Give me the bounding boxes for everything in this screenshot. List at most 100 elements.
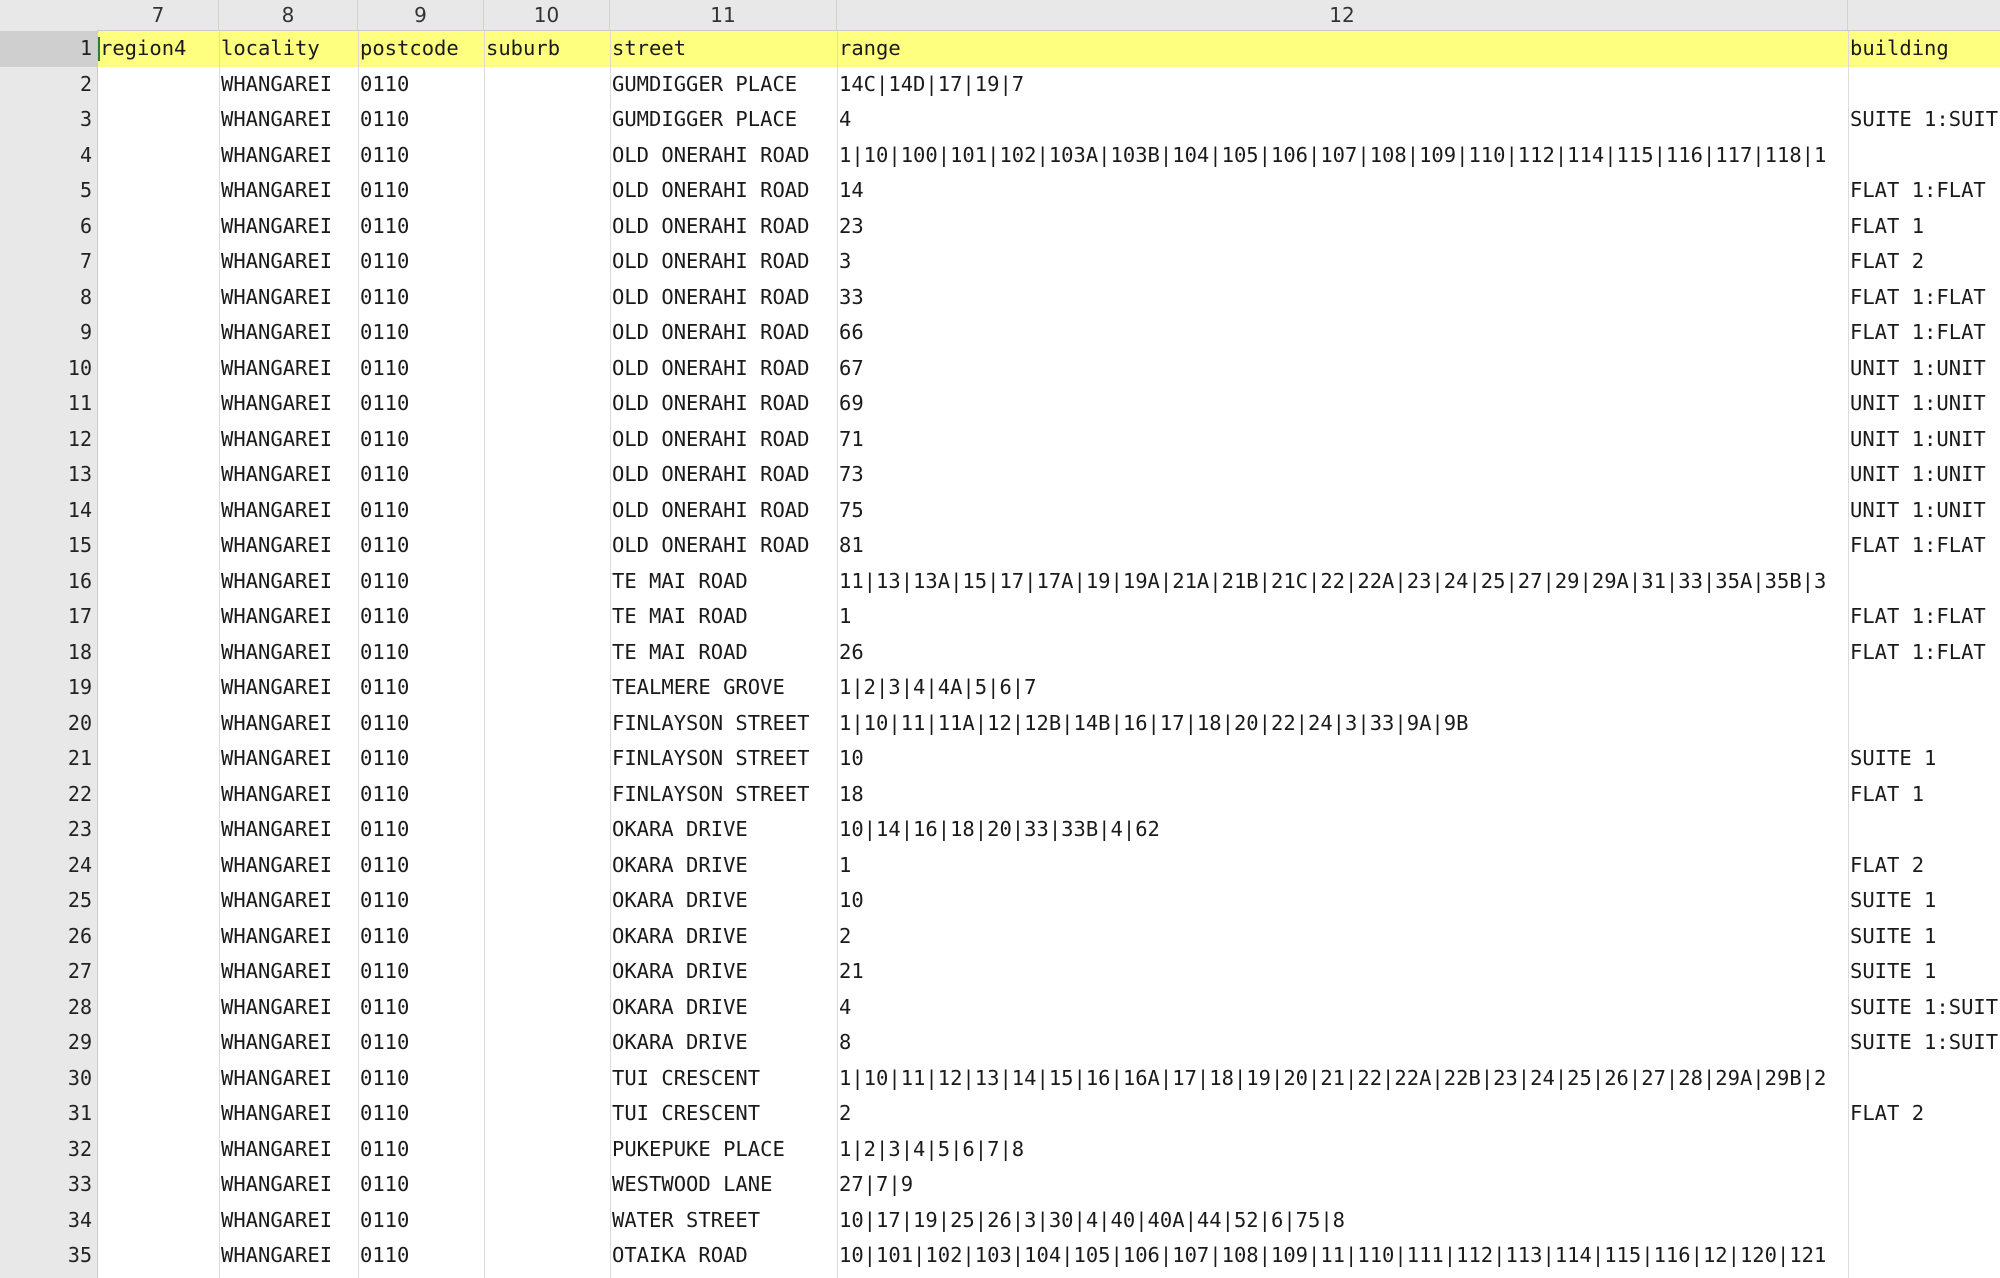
cell-street[interactable]: TUI CRESCENT (610, 1061, 837, 1097)
cell-street[interactable]: TUI CRESCENT (610, 1096, 837, 1132)
cell-street[interactable]: OKARA DRIVE (610, 848, 837, 884)
spreadsheet-view[interactable]: 7 8 9 10 11 12 1 2 3 4 5 6 7 8 9 10 11 12 13 14 15 16 17 18 19 2… (0, 0, 2000, 1278)
cell-region4[interactable] (98, 102, 219, 138)
cell-postcode[interactable]: 0110 (358, 564, 484, 600)
cell-region4[interactable] (98, 1025, 219, 1061)
cell-locality[interactable]: WHANGAREI (219, 1061, 358, 1097)
cell-region4[interactable] (98, 315, 219, 351)
cell-region4[interactable] (98, 528, 219, 564)
column-header-next[interactable] (1848, 0, 2000, 30)
cell-range[interactable]: 23 (837, 209, 1848, 245)
cell-locality[interactable]: WHANGAREI (219, 351, 358, 387)
cell-locality[interactable]: WHANGAREI (219, 883, 358, 919)
cell-postcode[interactable]: 0110 (358, 777, 484, 813)
cell-range[interactable]: 67 (837, 351, 1848, 387)
cell-region4[interactable] (98, 919, 219, 955)
cell-range[interactable]: 8 (837, 1025, 1848, 1061)
row-number-12[interactable]: 12 (0, 422, 92, 458)
cell-postcode[interactable]: 0110 (358, 138, 484, 174)
header-cell-street[interactable]: street (610, 31, 837, 67)
cell-range[interactable]: 3 (837, 244, 1848, 280)
cell-region4[interactable] (98, 1167, 219, 1203)
cell-street[interactable]: OLD ONERAHI ROAD (610, 528, 837, 564)
cell-building[interactable]: UNIT 1:UNIT (1848, 493, 2000, 529)
cell-postcode[interactable]: 0110 (358, 1167, 484, 1203)
cell-postcode[interactable]: 0110 (358, 528, 484, 564)
cell-street[interactable]: OKARA DRIVE (610, 919, 837, 955)
cell-suburb[interactable] (484, 919, 610, 955)
cell-suburb[interactable] (484, 1061, 610, 1097)
row-number-20[interactable]: 20 (0, 706, 92, 742)
cell-postcode[interactable]: 0110 (358, 209, 484, 245)
row-number-30[interactable]: 30 (0, 1061, 92, 1097)
cell-building[interactable]: SUITE 1 (1848, 741, 2000, 777)
cell-locality[interactable]: WHANGAREI (219, 315, 358, 351)
cell-region4[interactable] (98, 599, 219, 635)
cell-street[interactable]: OLD ONERAHI ROAD (610, 138, 837, 174)
row-number-25[interactable]: 25 (0, 883, 92, 919)
row-number-28[interactable]: 28 (0, 990, 92, 1026)
cell-street[interactable]: PUKEPUKE PLACE (610, 1132, 837, 1168)
cell-range[interactable]: 10 (837, 883, 1848, 919)
cell-range[interactable]: 10|14|16|18|20|33|33B|4|62 (837, 812, 1848, 848)
cell-range[interactable]: 1|2|3|4|5|6|7|8 (837, 1132, 1848, 1168)
cell-locality[interactable]: WHANGAREI (219, 1132, 358, 1168)
row-number-6[interactable]: 6 (0, 209, 92, 245)
cell-postcode[interactable]: 0110 (358, 67, 484, 103)
cell-building[interactable]: FLAT 2 (1848, 1096, 2000, 1132)
cell-postcode[interactable]: 0110 (358, 1132, 484, 1168)
cell-range[interactable]: 26 (837, 635, 1848, 671)
column-header-7[interactable]: 7 (98, 0, 219, 30)
cell-suburb[interactable] (484, 457, 610, 493)
cell-suburb[interactable] (484, 173, 610, 209)
cell-suburb[interactable] (484, 422, 610, 458)
cell-locality[interactable]: WHANGAREI (219, 1096, 358, 1132)
cell-building[interactable]: UNIT 1:UNIT (1848, 351, 2000, 387)
cell-street[interactable]: OKARA DRIVE (610, 883, 837, 919)
cell-region4[interactable] (98, 1132, 219, 1168)
cell-street[interactable]: OLD ONERAHI ROAD (610, 173, 837, 209)
cell-street[interactable]: GUMDIGGER PLACE (610, 102, 837, 138)
column-divider[interactable] (358, 31, 359, 1278)
cell-suburb[interactable] (484, 954, 610, 990)
cell-locality[interactable]: WHANGAREI (219, 280, 358, 316)
cell-range[interactable]: 73 (837, 457, 1848, 493)
cell-suburb[interactable] (484, 599, 610, 635)
row-number-22[interactable]: 22 (0, 777, 92, 813)
header-cell-suburb[interactable]: suburb (484, 31, 610, 67)
cell-street[interactable]: TE MAI ROAD (610, 564, 837, 600)
cell-range[interactable]: 1 (837, 848, 1848, 884)
row-number-5[interactable]: 5 (0, 173, 92, 209)
cell-postcode[interactable]: 0110 (358, 244, 484, 280)
row-number-21[interactable]: 21 (0, 741, 92, 777)
cell-building[interactable]: SUITE 1 (1848, 954, 2000, 990)
column-header-12[interactable]: 12 (837, 0, 1848, 30)
row-number-1[interactable]: 1 (0, 31, 97, 67)
cell-locality[interactable]: WHANGAREI (219, 102, 358, 138)
cell-suburb[interactable] (484, 493, 610, 529)
cell-region4[interactable] (98, 67, 219, 103)
cell-postcode[interactable]: 0110 (358, 599, 484, 635)
cell-locality[interactable]: WHANGAREI (219, 173, 358, 209)
row-number-11[interactable]: 11 (0, 386, 92, 422)
cell-postcode[interactable]: 0110 (358, 1096, 484, 1132)
cell-suburb[interactable] (484, 635, 610, 671)
cell-building[interactable] (1848, 1203, 2000, 1239)
cell-postcode[interactable]: 0110 (358, 493, 484, 529)
cell-suburb[interactable] (484, 741, 610, 777)
cell-locality[interactable]: WHANGAREI (219, 1238, 358, 1274)
row-number-29[interactable]: 29 (0, 1025, 92, 1061)
column-divider[interactable] (610, 31, 611, 1278)
cell-postcode[interactable]: 0110 (358, 1203, 484, 1239)
cell-street[interactable]: TEALMERE GROVE (610, 670, 837, 706)
cell-region4[interactable] (98, 777, 219, 813)
cell-locality[interactable]: WHANGAREI (219, 209, 358, 245)
cell-range[interactable]: 4 (837, 990, 1848, 1026)
cell-range[interactable]: 21 (837, 954, 1848, 990)
cell-building[interactable]: FLAT 2 (1848, 244, 2000, 280)
cell-suburb[interactable] (484, 102, 610, 138)
cell-locality[interactable]: WHANGAREI (219, 990, 358, 1026)
cell-range[interactable]: 1|10|11|12|13|14|15|16|16A|17|18|19|20|2… (837, 1061, 1848, 1097)
row-number-24[interactable]: 24 (0, 848, 92, 884)
cell-region4[interactable] (98, 1061, 219, 1097)
